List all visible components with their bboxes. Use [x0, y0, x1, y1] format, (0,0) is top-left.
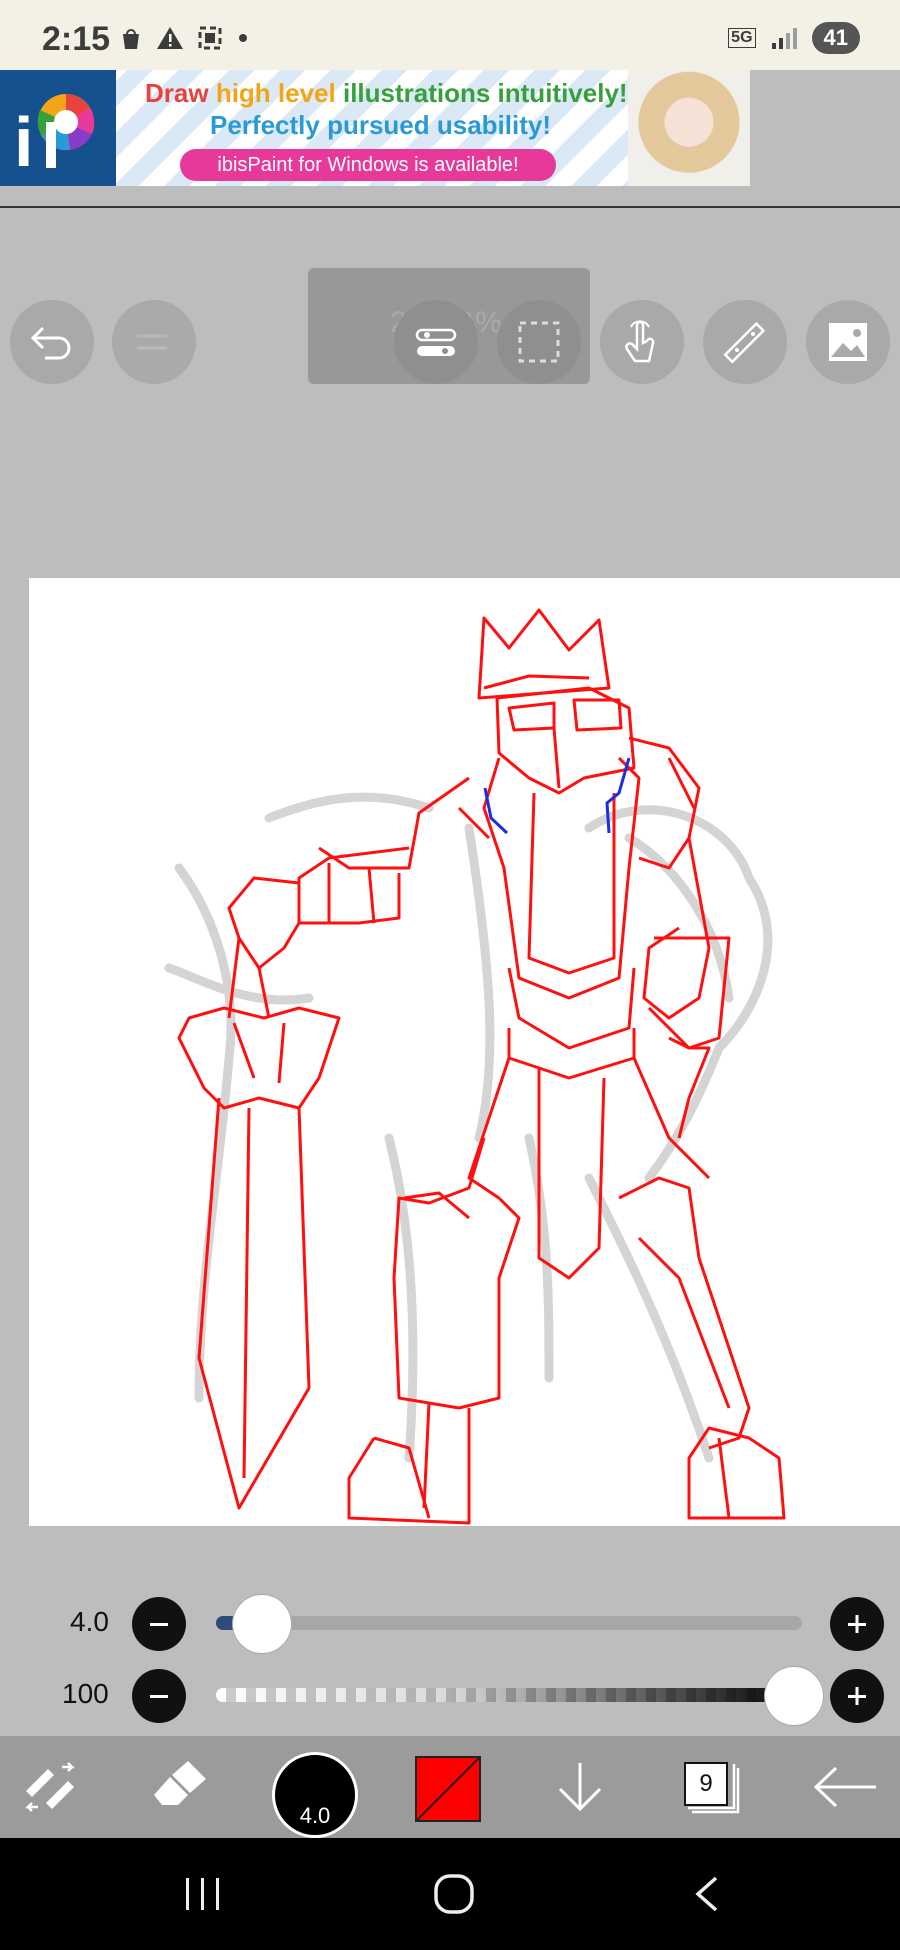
touch-mode-button[interactable] — [600, 300, 684, 384]
arrow-left-icon — [813, 1766, 876, 1808]
minus-icon — [150, 1623, 168, 1626]
brush-opacity-slider[interactable] — [216, 1688, 802, 1702]
selection-icon — [518, 321, 560, 363]
ad-headline-part3: illustrations — [342, 78, 498, 108]
ibispaint-logo: i — [0, 70, 116, 186]
undo-icon — [30, 326, 71, 360]
selection-button[interactable] — [497, 300, 581, 384]
ad-character-image — [628, 70, 750, 186]
hand-touch-icon — [625, 320, 655, 363]
status-bar: 2:15 5G 41 — [0, 0, 900, 70]
tool-selector-button[interactable] — [10, 1736, 90, 1838]
shopping-bag-icon — [123, 29, 139, 49]
home-icon — [434, 1874, 474, 1914]
home-button[interactable] — [432, 1872, 476, 1921]
ad-divider — [0, 206, 900, 208]
filter-toggle-button[interactable] — [394, 300, 478, 384]
brush-size-decrease-button[interactable] — [132, 1597, 186, 1651]
brush-size-slider[interactable] — [216, 1616, 802, 1630]
color-picker-button[interactable] — [415, 1756, 481, 1822]
layers-button[interactable]: 9 — [676, 1754, 746, 1824]
minus-icon — [150, 1695, 168, 1698]
brush-opacity-increase-button[interactable] — [830, 1669, 884, 1723]
ad-headline-part1: Draw — [145, 78, 216, 108]
status-icons-right: 5G 41 — [728, 22, 860, 54]
ad-cta-button[interactable]: ibisPaint for Windows is available! — [180, 149, 556, 181]
plus-icon — [848, 1687, 866, 1705]
toggle-icon — [415, 328, 457, 356]
ad-subheadline: Perfectly pursued usability! — [210, 110, 551, 140]
ad-banner[interactable]: i Draw high level illustrations intuitiv… — [0, 70, 750, 186]
reference-image-button[interactable] — [806, 300, 890, 384]
signal-icon — [771, 28, 797, 49]
brush-size-value: 4.0 — [70, 1606, 109, 1637]
brush-opacity-decrease-button[interactable] — [132, 1669, 186, 1723]
merge-down-button[interactable] — [540, 1736, 620, 1838]
plus-icon — [848, 1615, 866, 1633]
system-nav-bar — [0, 1838, 900, 1950]
redo-icon — [137, 334, 167, 350]
layers-count: 9 — [684, 1762, 728, 1806]
eraser-icon — [154, 1761, 206, 1805]
brush-size-preview-button[interactable]: 4.0 — [272, 1752, 358, 1838]
brush-size-slider-handle[interactable] — [232, 1594, 293, 1654]
knight-sketch — [164, 608, 786, 1525]
battery-indicator: 41 — [811, 22, 860, 54]
brush-size-preview-label: 4.0 — [299, 1803, 331, 1828]
ruler-icon — [723, 321, 766, 364]
ad-headline: Draw high level illustrations intuitivel… — [145, 78, 628, 109]
brush-tool-icon — [24, 1762, 76, 1812]
undo-button[interactable] — [10, 300, 94, 384]
ad-headline-part2: high level — [215, 78, 343, 108]
network-type: 5G — [728, 28, 756, 48]
redo-button[interactable] — [112, 300, 196, 384]
image-icon — [829, 323, 867, 361]
color-swatch-slash-icon — [416, 1757, 480, 1821]
ruler-button[interactable] — [703, 300, 787, 384]
brush-opacity-value: 100 — [62, 1678, 109, 1709]
dot-icon — [239, 34, 247, 42]
nav-back-button[interactable] — [690, 1874, 726, 1919]
svg-text:i: i — [14, 103, 33, 181]
recent-apps-icon — [186, 1878, 219, 1910]
ad-headline-part4: intuitively! — [497, 78, 628, 108]
eraser-button[interactable] — [140, 1736, 220, 1838]
chevron-left-icon — [695, 1876, 718, 1912]
back-button[interactable] — [800, 1736, 890, 1838]
arrow-down-icon — [558, 1763, 602, 1812]
screenshot-icon — [198, 26, 222, 50]
status-icons-left — [118, 24, 250, 52]
status-time: 2:15 — [42, 20, 111, 58]
warning-icon — [157, 27, 183, 49]
recent-apps-button[interactable] — [180, 1874, 226, 1919]
brush-size-increase-button[interactable] — [830, 1597, 884, 1651]
drawing-canvas[interactable] — [29, 578, 900, 1526]
brush-opacity-slider-handle[interactable] — [764, 1666, 824, 1726]
